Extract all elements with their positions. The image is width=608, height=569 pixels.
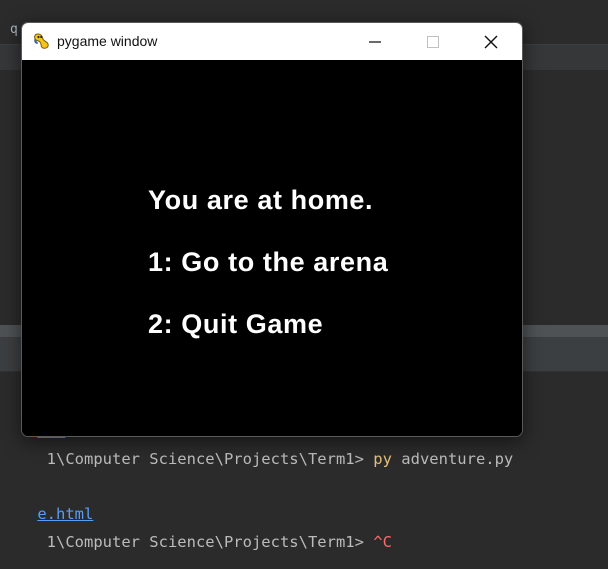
terminal-prompt: 1\Computer Science\Projects\Term1> [37, 450, 374, 468]
terminal-command: py [373, 450, 392, 468]
pygame-window[interactable]: pygame window You are at home. 1: Go to … [21, 22, 523, 437]
pygame-snake-icon [34, 33, 49, 49]
minimize-button[interactable] [352, 23, 398, 60]
maximize-icon [427, 35, 439, 48]
terminal-interrupt: ^C [373, 533, 392, 551]
menu-option-arena: 1: Go to the arena [148, 247, 389, 277]
menu-option-quit: 2: Quit Game [148, 309, 324, 339]
minimize-icon [369, 40, 381, 43]
maximize-button[interactable] [410, 23, 456, 60]
ide-tab-label[interactable]: q [10, 22, 18, 37]
window-titlebar[interactable]: pygame window [22, 23, 522, 60]
close-icon [484, 35, 498, 48]
terminal-prompt: 1\Computer Science\Projects\Term1> [37, 533, 374, 551]
terminal-args: adventure.py [391, 450, 514, 468]
game-canvas[interactable]: You are at home. 1: Go to the arena 2: Q… [22, 60, 522, 436]
terminal-line: 1\Computer Science\Projects\Term1> ^C [0, 515, 392, 569]
close-button[interactable] [468, 23, 514, 60]
window-title: pygame window [57, 33, 158, 49]
terminal-line: 1\Computer Science\Projects\Term1> py ad… [0, 432, 514, 486]
game-status-text: You are at home. [148, 185, 374, 215]
